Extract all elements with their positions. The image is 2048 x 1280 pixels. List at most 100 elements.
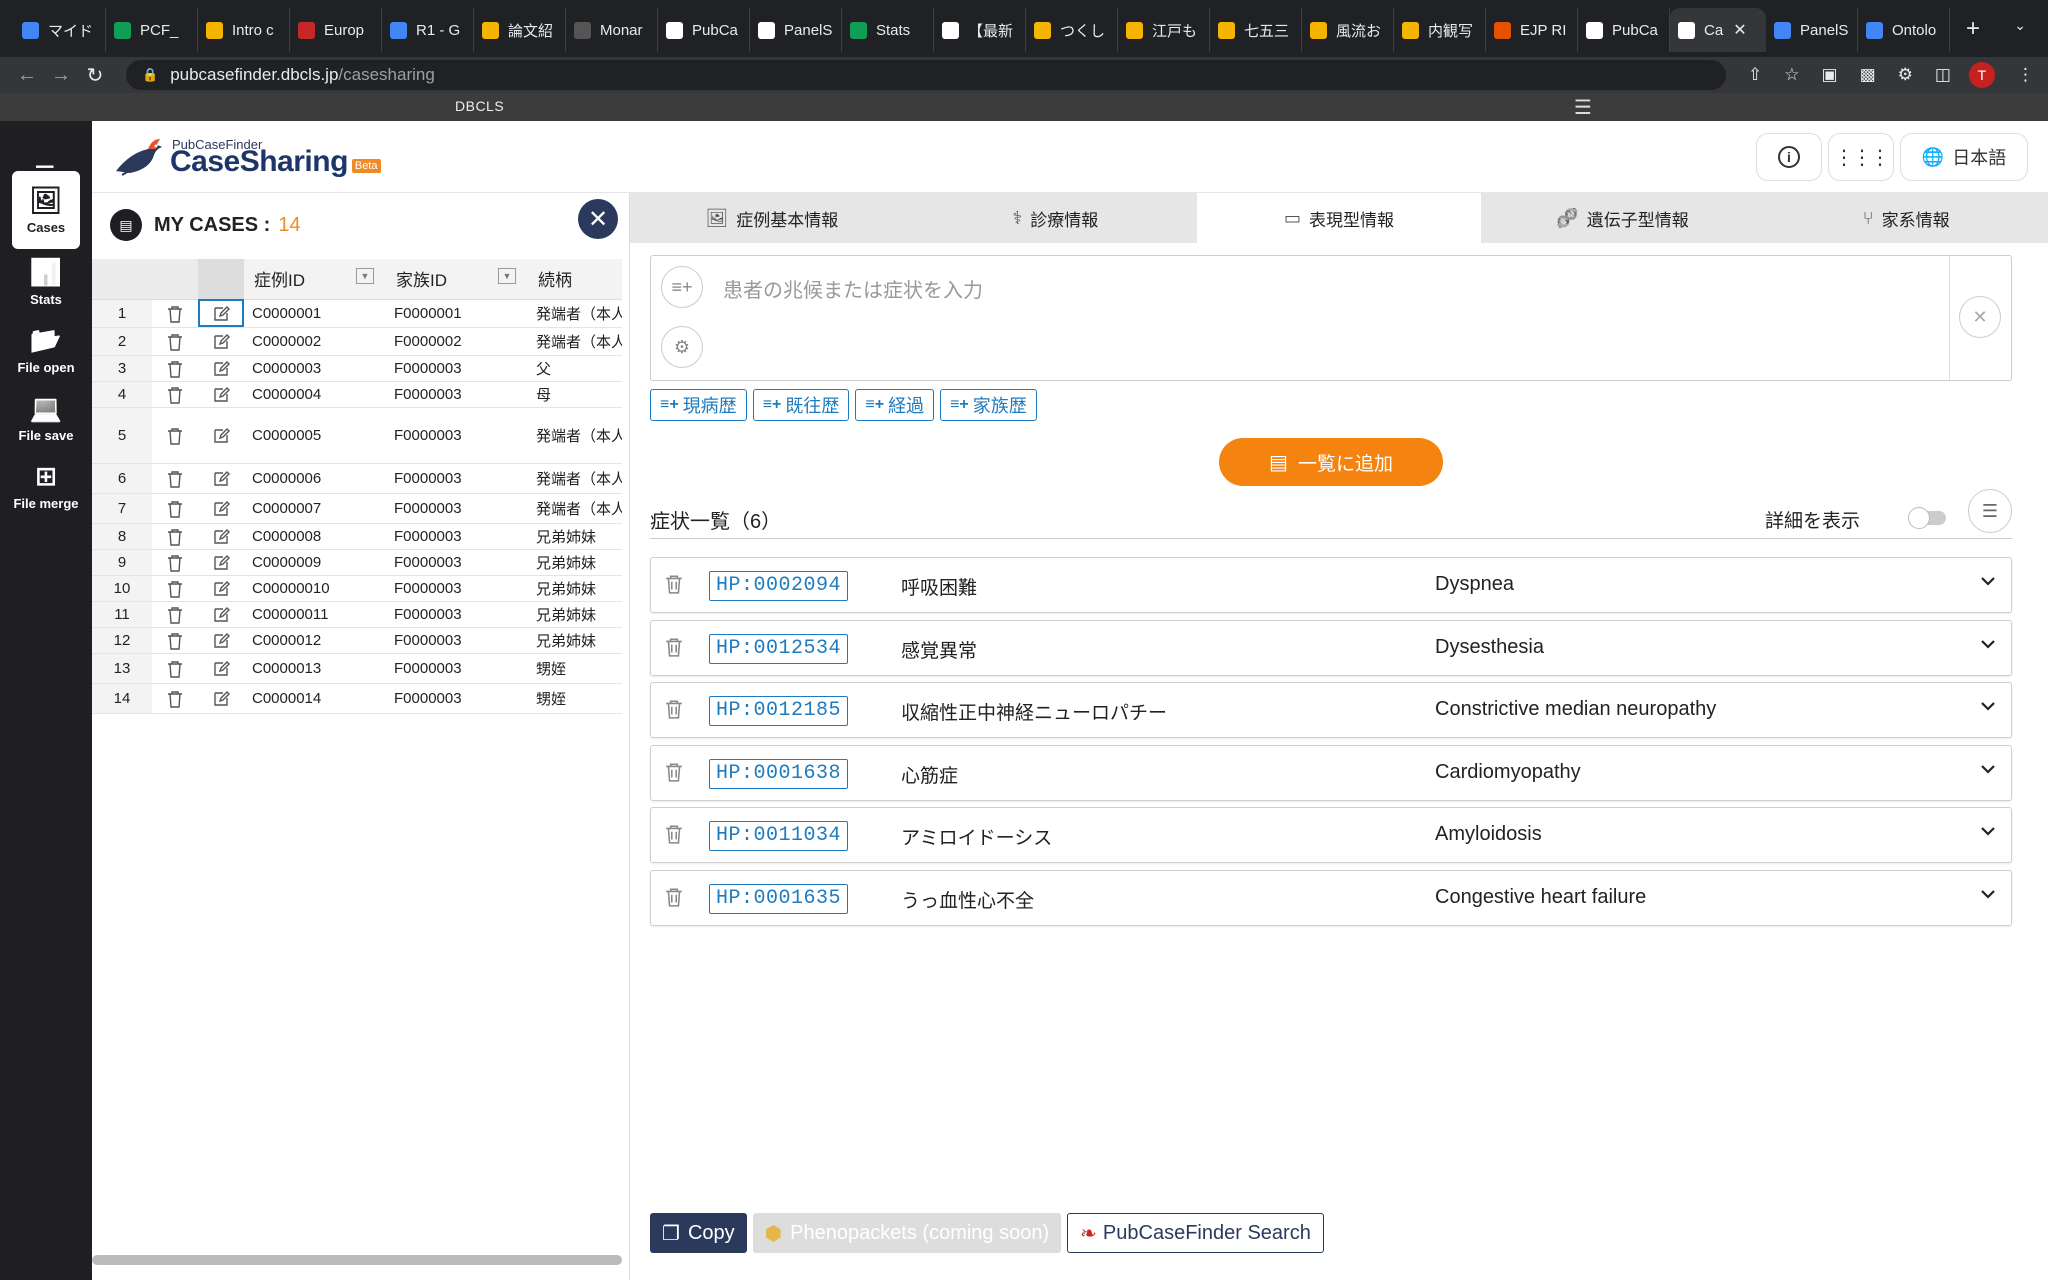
delete-case-button[interactable]: [152, 381, 198, 408]
delete-case-button[interactable]: [152, 463, 198, 494]
edit-case-button[interactable]: [198, 549, 244, 576]
family-id-cell[interactable]: F0000003: [386, 683, 528, 714]
browser-tab[interactable]: 論文紹: [474, 8, 566, 52]
family-id-cell[interactable]: F0000003: [386, 601, 528, 628]
history-button[interactable]: ≡+ 経過: [855, 389, 935, 421]
edit-case-button[interactable]: [198, 407, 244, 464]
browser-tab[interactable]: 風流お: [1302, 8, 1394, 52]
delete-case-button[interactable]: [152, 523, 198, 550]
family-id-cell[interactable]: F0000003: [386, 493, 528, 524]
case-id-cell[interactable]: C0000013: [244, 653, 386, 684]
browser-tab[interactable]: R1 - G: [382, 8, 474, 52]
table-row[interactable]: 12 C0000012 F0000003 兄弟姉妹: [92, 627, 622, 654]
browser-tab[interactable]: 内観写: [1394, 8, 1486, 52]
history-button[interactable]: ≡+ 家族歴: [940, 389, 1037, 421]
chevron-down-icon[interactable]: [1979, 574, 1997, 592]
hpo-id-link[interactable]: HP:0011034: [709, 821, 849, 852]
edit-case-button[interactable]: [198, 575, 244, 602]
family-id-cell[interactable]: F0000003: [386, 575, 528, 602]
filter-settings-button[interactable]: ☰: [1968, 489, 2012, 533]
delete-case-button[interactable]: [152, 549, 198, 576]
case-id-cell[interactable]: C00000011: [244, 601, 386, 628]
edit-case-button[interactable]: [198, 653, 244, 684]
nav-item-file-save[interactable]: 💻 File save: [12, 379, 80, 457]
tab-phenotype[interactable]: ▭ 表現型情報: [1197, 193, 1481, 243]
column-header-family-id[interactable]: 家族ID ▼: [386, 259, 528, 300]
edit-case-button[interactable]: [198, 355, 244, 382]
relation-cell[interactable]: 兄弟姉妹: [528, 575, 622, 602]
delete-symptom-button[interactable]: [665, 574, 683, 599]
case-id-cell[interactable]: C00000010: [244, 575, 386, 602]
history-button[interactable]: ≡+ 現病歴: [650, 389, 747, 421]
share-icon[interactable]: ⇧: [1748, 65, 1762, 85]
delete-case-button[interactable]: [152, 327, 198, 356]
relation-cell[interactable]: 兄弟姉妹: [528, 601, 622, 628]
chevron-down-icon[interactable]: [1979, 699, 1997, 717]
close-tab-icon[interactable]: ✕: [1733, 20, 1746, 40]
symptom-row[interactable]: HP:0001638 心筋症 Cardiomyopathy: [650, 744, 2012, 801]
filter-icon[interactable]: ▼: [498, 268, 516, 285]
browser-tab[interactable]: Europ: [290, 8, 382, 52]
address-bar[interactable]: 🔒 pubcasefinder.dbcls.jp/casesharing: [126, 60, 1726, 90]
edit-case-button[interactable]: [198, 327, 244, 356]
table-row[interactable]: 5 C0000005F0000003発端者（本人）: [92, 407, 622, 464]
copy-button[interactable]: ❐ Copy: [650, 1213, 747, 1253]
browser-tab[interactable]: つくし: [1026, 8, 1118, 52]
family-id-cell[interactable]: F0000003: [386, 627, 528, 654]
browser-tab[interactable]: PubCa: [1578, 8, 1670, 52]
chevron-down-icon[interactable]: [1979, 887, 1997, 905]
edit-case-button[interactable]: [198, 627, 244, 654]
nav-item-cases[interactable]: 🖼 Cases: [12, 171, 80, 249]
table-row[interactable]: 7 C0000007F0000003発端者（本人）: [92, 493, 622, 524]
menu-icon[interactable]: ☰: [1574, 95, 1592, 120]
table-row[interactable]: 1 C0000001F0000001発端者（本人）: [92, 299, 622, 328]
family-id-cell[interactable]: F0000003: [386, 381, 528, 408]
pubcasefinder-search-button[interactable]: ❧ PubCaseFinder Search: [1067, 1213, 1324, 1253]
relation-cell[interactable]: 兄弟姉妹: [528, 549, 622, 576]
add-to-list-button[interactable]: ▤ 一覧に追加: [1219, 438, 1443, 486]
browser-tab[interactable]: 【最新: [934, 8, 1026, 52]
delete-case-button[interactable]: [152, 407, 198, 464]
tab-dna[interactable]: 🧬 遺伝子型情報: [1481, 193, 1765, 243]
hpo-id-link[interactable]: HP:0001635: [709, 884, 849, 914]
case-id-cell[interactable]: C0000007: [244, 493, 386, 524]
case-id-cell[interactable]: C0000014: [244, 683, 386, 714]
family-id-cell[interactable]: F0000003: [386, 355, 528, 382]
delete-symptom-button[interactable]: [665, 824, 683, 849]
delete-case-button[interactable]: [152, 575, 198, 602]
relation-cell[interactable]: 兄弟姉妹: [528, 627, 622, 654]
relation-cell[interactable]: 甥姪: [528, 653, 622, 684]
browser-tab[interactable]: Stats: [842, 8, 934, 52]
edit-case-button[interactable]: [198, 523, 244, 550]
chevron-down-icon[interactable]: [1979, 637, 1997, 655]
reload-icon[interactable]: ↻: [78, 63, 112, 88]
more-menu-icon[interactable]: ⋮: [2017, 65, 2034, 85]
delete-symptom-button[interactable]: [665, 699, 683, 724]
browser-tab[interactable]: PanelS: [750, 8, 842, 52]
chevron-down-icon[interactable]: [1979, 762, 1997, 780]
family-id-cell[interactable]: F0000003: [386, 523, 528, 550]
symptom-row[interactable]: HP:0012185 収縮性正中神経ニューロパチー Constrictive med…: [650, 682, 2012, 739]
column-header-relation[interactable]: 続柄: [528, 259, 622, 300]
family-id-cell[interactable]: F0000003: [386, 549, 528, 576]
browser-tab[interactable]: Ca ✕: [1670, 8, 1766, 52]
add-list-button[interactable]: ≡+: [661, 266, 703, 308]
forward-icon[interactable]: →: [44, 64, 78, 87]
table-row[interactable]: 9 C0000009 F0000003 兄弟姉妹: [92, 549, 622, 576]
phenotype-input-placeholder[interactable]: 患者の兆候または症状を入力: [723, 274, 983, 303]
side-panel-icon[interactable]: ◫: [1935, 65, 1951, 85]
table-row[interactable]: 3 C0000003 F0000003 父: [92, 355, 622, 382]
edit-case-button[interactable]: [198, 381, 244, 408]
delete-symptom-button[interactable]: [665, 762, 683, 787]
language-button[interactable]: 🌐 日本語: [1900, 133, 2028, 181]
delete-case-button[interactable]: [152, 653, 198, 684]
new-tab-icon[interactable]: +: [1966, 15, 1980, 43]
tab-person-card[interactable]: 🖼 症例基本情報: [630, 193, 914, 243]
family-id-cell[interactable]: F0000003: [386, 407, 528, 464]
relation-cell[interactable]: 甥姪: [528, 683, 622, 714]
tab-stethoscope[interactable]: ⚕ 診療情報: [914, 193, 1198, 243]
table-row[interactable]: 4 C0000004 F0000003 母: [92, 381, 622, 408]
delete-case-button[interactable]: [152, 627, 198, 654]
puzzle-icon[interactable]: ⚙: [1898, 65, 1913, 85]
browser-tab[interactable]: Intro c: [198, 8, 290, 52]
